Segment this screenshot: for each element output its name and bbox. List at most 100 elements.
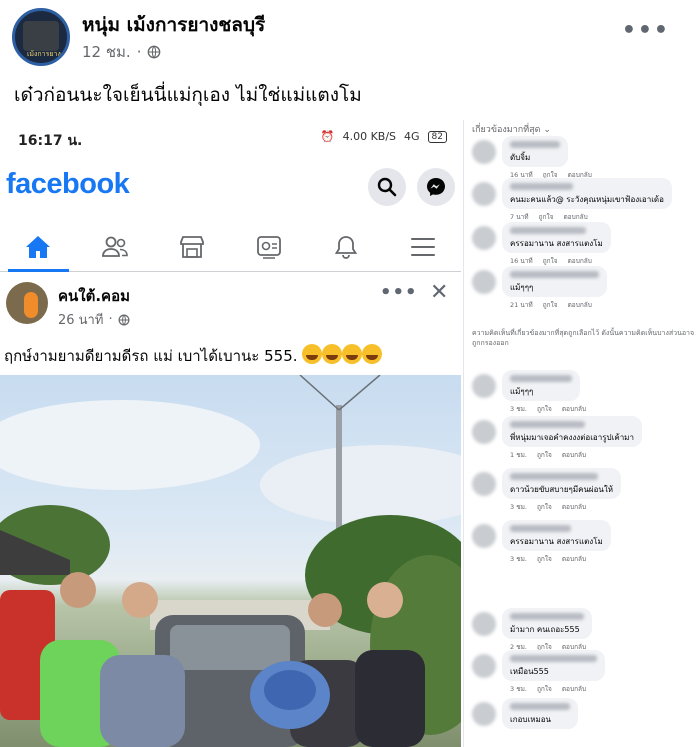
tab-marketplace[interactable] [154,222,231,271]
post-photo[interactable] [0,375,461,747]
comment-meta: 3 ชม. ถูกใจ ตอบกลับ [510,554,586,564]
laughing-emoji-icon [302,344,323,364]
like-link[interactable]: ถูกใจ [537,404,552,414]
status-bar: 16:17 น. ⏰ 4.00 KB/S 4G 82 [0,120,461,160]
comment-text: ดับจิ้ม [510,153,531,162]
page-name[interactable]: หนุ่ม เม้งการยางชลบุรี [82,10,265,40]
comment-author-blurred[interactable] [510,183,573,190]
like-link[interactable]: ถูกใจ [543,300,558,310]
comment-time[interactable]: 1 ชม. [510,450,527,460]
comment-text: พี่หนุ่มมาเจอคำคงงงต่อเอารูปเค้ามา [510,433,634,442]
comment-avatar[interactable] [472,140,496,164]
comment-meta: 7 นาที ถูกใจ ตอบกลับ [510,212,588,222]
like-link[interactable]: ถูกใจ [537,502,552,512]
tab-watch[interactable] [230,222,307,271]
comment-meta: 21 นาที ถูกใจ ตอบกลับ [510,300,592,310]
comment-time[interactable]: 3 ชม. [510,502,527,512]
like-link[interactable]: ถูกใจ [539,212,554,222]
laughing-emoji-icon [362,344,383,364]
marketplace-icon [180,235,204,258]
bell-icon [334,235,357,259]
search-icon [377,177,397,197]
globe-icon [118,314,130,325]
tab-notifications[interactable] [307,222,384,271]
like-link[interactable]: ถูกใจ [543,256,558,266]
inner-post-time[interactable]: 26 นาที [58,309,103,330]
tab-menu[interactable] [384,222,461,271]
comment-text: ครรอมานาน สงสารแตงโม [510,537,603,546]
reply-link[interactable]: ตอบกลับ [562,450,586,460]
comment-time[interactable]: 21 นาที [510,300,533,310]
facebook-logo[interactable]: facebook [6,168,130,201]
comment-time[interactable]: 16 นาที [510,256,533,266]
inner-more-button[interactable]: ••• [380,282,418,303]
signal-label: 4G [404,130,420,143]
dot-separator: · [136,43,142,61]
comment-bubble: ดาวน้วยขับสบายๆมีคนผ่อนให้ [502,468,622,499]
comment-author-blurred[interactable] [510,655,597,662]
like-link[interactable]: ถูกใจ [537,450,552,460]
comment-author-blurred[interactable] [510,227,586,234]
comment-avatar[interactable] [472,270,496,294]
post-caption: เด๋วก่อนนะใจเย็นนี่แม่กุเอง ไม่ใช่แม่แตง… [14,80,362,110]
reply-link[interactable]: ตอบกลับ [562,404,586,414]
comment-avatar[interactable] [472,472,496,496]
comment-time[interactable]: 3 ชม. [510,554,527,564]
inner-author-name[interactable]: คนใต้.คอม [58,284,130,308]
messenger-button[interactable] [417,168,455,206]
tab-home[interactable] [0,222,77,272]
comment-bubble: ครรอมานาน สงสารแตงโม [502,520,611,551]
comment-avatar[interactable] [472,374,496,398]
reply-link[interactable]: ตอบกลับ [562,554,586,564]
inner-author-avatar[interactable] [6,282,48,324]
comment-author-blurred[interactable] [510,613,584,620]
comment-text: แม้ๆๆๆ [510,283,534,292]
search-button[interactable] [368,168,406,206]
inner-caption-text: ฤกษ์งามยามดียามดีรถ แม่ เบาได้เบานะ 555. [4,347,298,365]
comment-avatar[interactable] [472,612,496,636]
comment-author-blurred[interactable] [510,473,598,480]
comment-time[interactable]: 3 ชม. [510,684,527,694]
tab-friends[interactable] [77,222,154,271]
comment-sort-dropdown[interactable]: เกี่ยวข้องมากที่สุด ⌄ [472,122,551,136]
reply-link[interactable]: ตอบกลับ [562,502,586,512]
comment-avatar[interactable] [472,226,496,250]
comment-avatar[interactable] [472,702,496,726]
close-button[interactable]: ✕ [430,280,448,305]
more-options-button[interactable]: ••• [622,18,670,43]
comment-author-blurred[interactable] [510,141,560,148]
comment-time[interactable]: 3 ชม. [510,404,527,414]
comment-avatar[interactable] [472,420,496,444]
reply-link[interactable]: ตอบกลับ [562,684,586,694]
comment-text: คนมะคนแล้ว@ ระวังคุณหนุ่มเขาฟ้องเอาเด้อ [510,195,664,204]
like-link[interactable]: ถูกใจ [537,554,552,564]
reply-link[interactable]: ตอบกลับ [568,256,592,266]
comment-avatar[interactable] [472,654,496,678]
post-time[interactable]: 12 ชม. [82,40,131,64]
comment-bubble: คนมะคนแล้ว@ ระวังคุณหนุ่มเขาฟ้องเอาเด้อ [502,178,672,209]
like-link[interactable]: ถูกใจ [537,684,552,694]
messenger-icon [427,178,445,196]
comment-meta: 3 ชม. ถูกใจ ตอบกลับ [510,502,586,512]
reply-link[interactable]: ตอบกลับ [568,300,592,310]
comment-author-blurred[interactable] [510,525,571,532]
comment-avatar[interactable] [472,182,496,206]
comment-bubble: ครรอมานาน สงสารแตงโม [502,222,611,253]
comment-bubble: แม้ๆๆๆ [502,266,607,297]
dot-separator: · [108,312,113,327]
comment-meta: 16 นาที ถูกใจ ตอบกลับ [510,256,592,266]
menu-icon [410,237,435,256]
comment-author-blurred[interactable] [510,703,570,710]
comment-bubble: ดับจิ้ม [502,136,568,167]
speed-readout: 4.00 KB/S [342,130,397,143]
comment-time[interactable]: 7 นาที [510,212,529,222]
comment-author-blurred[interactable] [510,375,572,382]
reply-link[interactable]: ตอบกลับ [563,212,587,222]
inner-caption: ฤกษ์งามยามดียามดีรถ แม่ เบาได้เบานะ 555. [4,344,383,368]
watch-icon [256,235,281,259]
page-avatar[interactable]: เม้งการยาง [12,8,70,66]
comment-author-blurred[interactable] [510,421,585,428]
comment-avatar[interactable] [472,524,496,548]
comment-author-blurred[interactable] [510,271,599,278]
comment-bubble: พี่หนุ่มมาเจอคำคงงงต่อเอารูปเค้ามา [502,416,642,447]
